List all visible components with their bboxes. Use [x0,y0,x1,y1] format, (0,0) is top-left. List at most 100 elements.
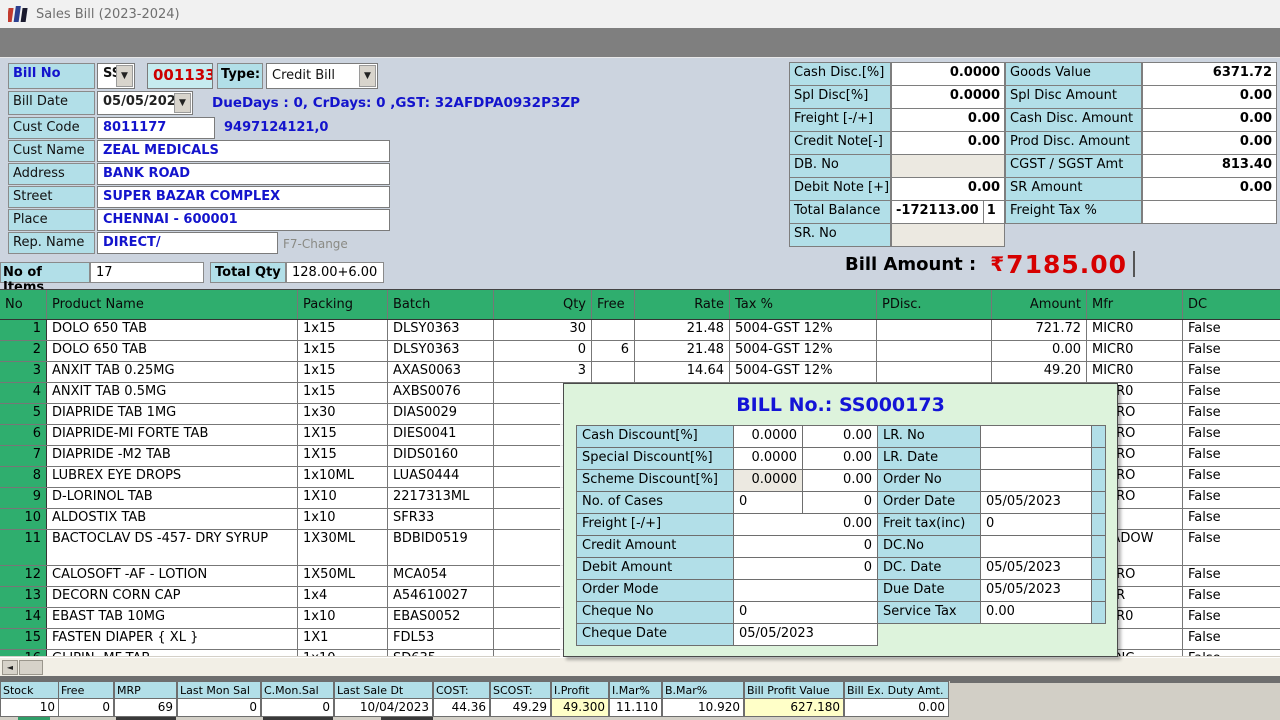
col-header-product[interactable]: Product Name [47,290,298,319]
summary-right-value[interactable]: 0.00 [1142,177,1277,201]
cell-batch[interactable]: MCA054 [388,566,494,586]
cell-product[interactable]: LUBREX EYE DROPS [47,467,298,487]
cell-rate[interactable]: 14.64 [635,362,730,382]
summary-left-value[interactable] [891,223,1005,247]
col-header-batch[interactable]: Batch [388,290,494,319]
cell-packing[interactable]: 1X30ML [298,530,388,565]
cell-batch[interactable]: A54610027 [388,587,494,607]
cell-product[interactable]: ANXIT TAB 0.25MG [47,362,298,382]
col-header-mfr[interactable]: Mfr [1087,290,1183,319]
cell-product[interactable]: BACTOCLAV DS -457- DRY SYRUP [47,530,298,565]
summary-right-value[interactable] [1142,200,1277,224]
cell-packing[interactable]: 1X10 [298,488,388,508]
dialog-value-a[interactable]: 0.0000 [733,469,803,492]
cell-pdisc[interactable] [877,320,992,340]
cell-rate[interactable]: 21.48 [635,320,730,340]
cell-free[interactable]: 6 [592,341,635,361]
cell-packing[interactable]: 1X1 [298,629,388,649]
summary-left-value[interactable]: 0.0000 [891,62,1005,86]
horizontal-scrollbar[interactable]: ◄ [0,657,1280,676]
cell-batch[interactable]: AXBS0076 [388,383,494,403]
cell-dc[interactable]: False [1183,509,1280,529]
cell-product[interactable]: ALDOSTIX TAB [47,509,298,529]
cell-dc[interactable]: False [1183,446,1280,466]
summary-right-value[interactable]: 6371.72 [1142,62,1277,86]
cell-packing[interactable]: 1x15 [298,320,388,340]
place-field[interactable]: CHENNAI - 600001 [97,209,390,231]
dialog-value-a[interactable]: 0 [733,535,878,558]
summary-left-value[interactable]: 0.00 [891,108,1005,132]
cell-dc[interactable]: False [1183,425,1280,445]
cell-batch[interactable]: LUAS0444 [388,467,494,487]
dialog-value-b[interactable]: 0.00 [802,469,878,492]
col-header-pdisc[interactable]: PDisc. [877,290,992,319]
cell-batch[interactable]: BDBID0519 [388,530,494,565]
dialog-right-value[interactable]: 05/05/2023 [980,579,1092,602]
cell-dc[interactable]: False [1183,587,1280,607]
dialog-right-value[interactable] [980,447,1092,470]
cell-qty[interactable]: 0 [494,341,592,361]
dialog-right-value[interactable]: 05/05/2023 [980,557,1092,580]
total-qty-value[interactable]: 128.00+6.00 [286,262,384,283]
dialog-value-a[interactable]: 0.00 [733,513,878,536]
cust-name-field[interactable]: ZEAL MEDICALS [97,140,390,162]
grid-row[interactable]: 3 ANXIT TAB 0.25MG 1x15 AXAS0063 3 14.64… [0,362,1280,383]
cell-free[interactable] [592,320,635,340]
dialog-value-b[interactable]: 0.00 [802,447,878,470]
cell-packing[interactable]: 1x10 [298,650,388,656]
summary-left-value[interactable]: -172113.00 1 [891,200,1005,224]
cell-dc[interactable]: False [1183,650,1280,656]
dialog-value-a[interactable]: 0 [733,557,878,580]
dialog-value-b[interactable]: 0.00 [802,425,878,448]
col-header-qty[interactable]: Qty [494,290,592,319]
street-field[interactable]: SUPER BAZAR COMPLEX [97,186,390,208]
cell-product[interactable]: ANXIT TAB 0.5MG [47,383,298,403]
col-header-amount[interactable]: Amount [992,290,1087,319]
cell-batch[interactable]: SFR33 [388,509,494,529]
cell-product[interactable]: DOLO 650 TAB [47,341,298,361]
no-of-items-value[interactable]: 17 [90,262,204,283]
bill-date-arrow-icon[interactable]: ▼ [174,93,191,113]
cell-dc[interactable]: False [1183,383,1280,403]
cell-product[interactable]: DIAPRIDE -M2 TAB [47,446,298,466]
cell-dc[interactable]: False [1183,467,1280,487]
type-combo[interactable]: Credit Bill ▼ [266,63,378,89]
series-combo[interactable]: SS ▼ [97,63,135,89]
cell-product[interactable]: DECORN CORN CAP [47,587,298,607]
dialog-value-a[interactable]: 0.0000 [733,447,803,470]
col-header-free[interactable]: Free [592,290,635,319]
cell-product[interactable]: DIAPRIDE TAB 1MG [47,404,298,424]
cell-packing[interactable]: 1x10 [298,608,388,628]
cell-dc[interactable]: False [1183,629,1280,649]
cust-code-field[interactable]: 8011177 [97,117,215,139]
cell-dc[interactable]: False [1183,566,1280,586]
bill-no-field[interactable]: 001133 [147,63,213,89]
cell-amount[interactable]: 721.72 [992,320,1087,340]
cell-mfr[interactable]: MICR0 [1087,341,1183,361]
cell-packing[interactable]: 1X50ML [298,566,388,586]
summary-right-value[interactable]: 0.00 [1142,131,1277,155]
cell-packing[interactable]: 1x4 [298,587,388,607]
type-combo-arrow-icon[interactable]: ▼ [359,65,376,87]
cell-product[interactable]: CALOSOFT -AF - LOTION [47,566,298,586]
cell-batch[interactable]: AXAS0063 [388,362,494,382]
cell-dc[interactable]: False [1183,341,1280,361]
address-field[interactable]: BANK ROAD [97,163,390,185]
scrollbar-thumb[interactable] [19,660,43,675]
cell-product[interactable]: GLIPIN -MF-TAB [47,650,298,656]
cell-amount[interactable]: 49.20 [992,362,1087,382]
cell-product[interactable]: DOLO 650 TAB [47,320,298,340]
cell-dc[interactable]: False [1183,488,1280,508]
cell-packing[interactable]: 1X15 [298,425,388,445]
cell-batch[interactable]: DLSY0363 [388,320,494,340]
col-header-dc[interactable]: DC [1183,290,1280,319]
cell-rate[interactable]: 21.48 [635,341,730,361]
scroll-left-arrow-icon[interactable]: ◄ [2,660,18,675]
dialog-right-value[interactable]: 05/05/2023 [980,491,1092,514]
summary-extra-box[interactable]: 1 [983,201,1004,223]
cell-batch[interactable]: EBAS0052 [388,608,494,628]
cell-packing[interactable]: 1x30 [298,404,388,424]
dialog-right-value[interactable]: 0.00 [980,601,1092,624]
col-header-no[interactable]: No [0,290,47,319]
cell-mfr[interactable]: MICR0 [1087,320,1183,340]
